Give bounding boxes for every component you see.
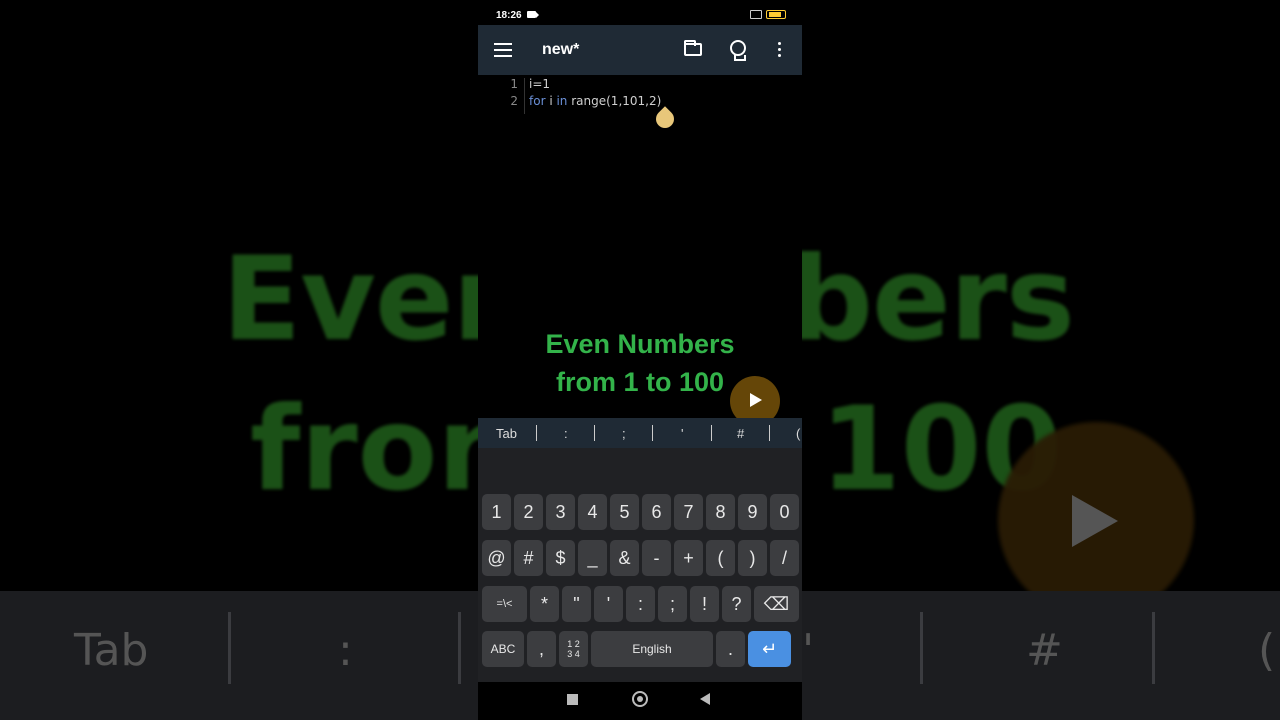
bg-key-tab: Tab (74, 625, 149, 676)
key-underscore[interactable]: _ (578, 540, 607, 576)
navigation-bar (478, 682, 802, 720)
menu-icon[interactable] (494, 43, 512, 57)
symbol-key-hash[interactable]: # (737, 426, 744, 441)
symbol-separator (536, 425, 537, 441)
lightbulb-icon[interactable] (730, 40, 746, 61)
symbol-separator (711, 425, 712, 441)
key-6[interactable]: 6 (642, 494, 671, 530)
key-exclamation[interactable]: ! (690, 586, 719, 622)
app-bar: new* (478, 25, 802, 75)
key-left-paren[interactable]: ( (706, 540, 735, 576)
more-symbols-key[interactable]: =\< (482, 586, 527, 622)
status-icons (750, 10, 786, 19)
numpad-key[interactable]: 1 2 3 4 (559, 631, 588, 667)
key-dollar[interactable]: $ (546, 540, 575, 576)
caption-line1: Even Numbers (545, 329, 735, 359)
code-keyword: in (556, 94, 568, 108)
symbol-key-semicolon[interactable]: ; (622, 426, 626, 441)
space-key[interactable]: English (591, 631, 713, 667)
code-line[interactable]: for i in range(1,101,2) (529, 94, 661, 108)
back-icon[interactable] (700, 693, 710, 705)
key-9[interactable]: 9 (738, 494, 767, 530)
key-at[interactable]: @ (482, 540, 511, 576)
symbol-key-tab[interactable]: Tab (496, 426, 517, 441)
bg-separator (920, 612, 923, 684)
key-comma[interactable]: , (527, 631, 556, 667)
play-icon[interactable] (750, 393, 762, 407)
symbol-row-1: @ # $ _ & - + ( ) / (482, 540, 799, 576)
key-asterisk[interactable]: * (530, 586, 559, 622)
key-hash[interactable]: # (514, 540, 543, 576)
phone-screen: 18:26 new* 1 i=1 2 for i in range(1,101,… (478, 0, 802, 720)
status-time: 18:26 (496, 10, 522, 21)
key-7[interactable]: 7 (674, 494, 703, 530)
folder-icon[interactable] (684, 40, 702, 56)
key-semicolon[interactable]: ; (658, 586, 687, 622)
line-number: 2 (510, 94, 518, 108)
symbol-bar: Tab : ; ' # ( (478, 418, 802, 448)
key-minus[interactable]: - (642, 540, 671, 576)
symbol-key-paren[interactable]: ( (796, 426, 800, 441)
key-slash[interactable]: / (770, 540, 799, 576)
gutter-divider (524, 78, 525, 114)
video-camera-icon (527, 11, 539, 18)
key-double-quote[interactable]: " (562, 586, 591, 622)
bg-separator (228, 612, 231, 684)
key-right-paren[interactable]: ) (738, 540, 767, 576)
key-1[interactable]: 1 (482, 494, 511, 530)
bg-key-colon: : (338, 625, 353, 676)
battery-icon (766, 10, 786, 19)
backspace-icon[interactable]: ⌫ (754, 586, 799, 622)
symbol-separator (594, 425, 595, 441)
code-token: i (545, 94, 557, 108)
on-screen-keyboard: 1 2 3 4 5 6 7 8 9 0 @ # $ _ & - + ( ) / … (478, 448, 802, 682)
file-title: new* (542, 41, 580, 58)
symbol-key-colon[interactable]: : (564, 426, 568, 441)
key-question[interactable]: ? (722, 586, 751, 622)
key-colon[interactable]: : (626, 586, 655, 622)
line-number: 1 (510, 77, 518, 91)
key-3[interactable]: 3 (546, 494, 575, 530)
home-icon[interactable] (632, 691, 648, 707)
symbol-row-2: =\< * " ' : ; ! ? ⌫ (482, 586, 799, 622)
signal-icon (750, 10, 762, 19)
key-0[interactable]: 0 (770, 494, 799, 530)
abc-key[interactable]: ABC (482, 631, 524, 667)
code-token: i=1 (529, 77, 551, 91)
bg-play-icon (1072, 495, 1118, 547)
key-period[interactable]: . (716, 631, 745, 667)
bg-key-paren: ( (1258, 625, 1276, 676)
enter-icon[interactable]: ↵ (748, 631, 791, 667)
key-ampersand[interactable]: & (610, 540, 639, 576)
bg-key-hash: # (1026, 625, 1063, 676)
bg-text-line1b: bers (790, 232, 1075, 367)
bg-separator (1152, 612, 1155, 684)
key-5[interactable]: 5 (610, 494, 639, 530)
bg-key-quote: ' (802, 625, 815, 676)
recents-icon[interactable] (567, 694, 578, 705)
key-2[interactable]: 2 (514, 494, 543, 530)
key-4[interactable]: 4 (578, 494, 607, 530)
code-keyword: for (529, 94, 546, 108)
status-bar: 18:26 (478, 0, 802, 28)
code-token: range(1,101,2) (567, 94, 662, 108)
more-options-icon[interactable] (778, 42, 782, 60)
symbol-key-quote[interactable]: ' (681, 426, 683, 441)
symbol-separator (769, 425, 770, 441)
symbol-separator (652, 425, 653, 441)
key-plus[interactable]: + (674, 540, 703, 576)
key-single-quote[interactable]: ' (594, 586, 623, 622)
number-row: 1 2 3 4 5 6 7 8 9 0 (482, 494, 799, 530)
bg-separator (458, 612, 461, 684)
key-8[interactable]: 8 (706, 494, 735, 530)
code-line[interactable]: i=1 (529, 77, 550, 91)
bottom-row: ABC , 1 2 3 4 English . ↵ (482, 631, 791, 667)
